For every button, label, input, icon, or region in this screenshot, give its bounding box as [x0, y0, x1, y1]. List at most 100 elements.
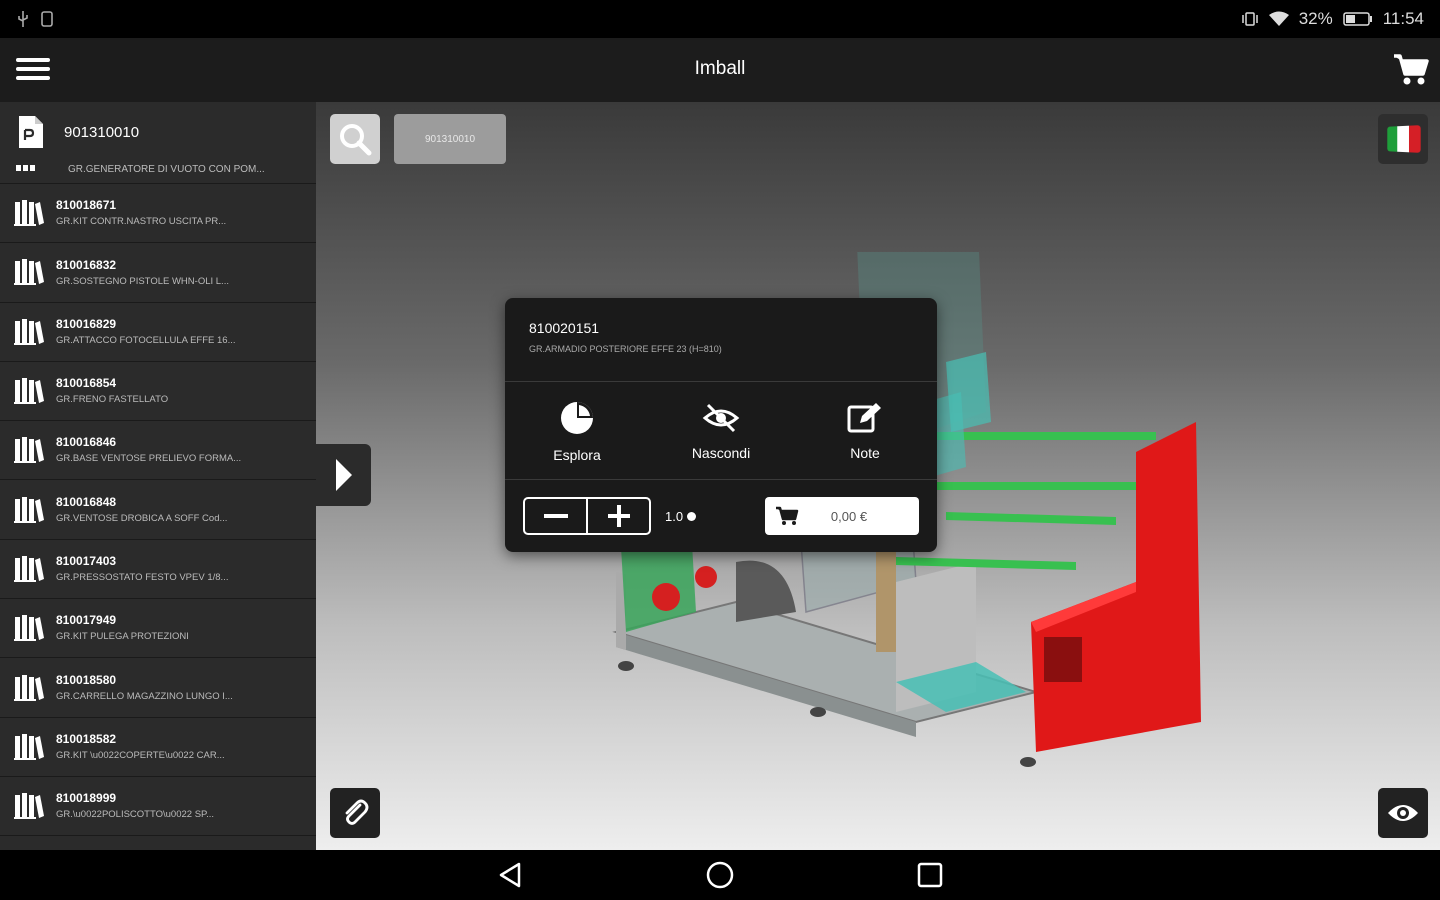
list-item-desc: GR.KIT \u0022COPERTE\u0022 CAR... — [56, 749, 225, 761]
navigation-bar — [0, 850, 1440, 900]
list-item-code: 810017403 — [56, 553, 117, 568]
list-item-desc: GR.GENERATORE DI VUOTO CON POM... — [68, 164, 265, 175]
app-bar: Imball — [0, 38, 1440, 102]
document-icon — [19, 116, 43, 148]
battery-icon — [1342, 12, 1372, 26]
books-icon — [14, 555, 44, 582]
search-icon — [340, 124, 372, 156]
explore-button[interactable]: Esplora — [505, 382, 649, 479]
sidebar-list: 810018671 GR.KIT CONTR.NASTRO USCITA PR..… — [0, 184, 316, 837]
drawer-toggle-button[interactable] — [316, 444, 371, 506]
books-icon — [14, 378, 44, 405]
popup-part-desc: GR.ARMADIO POSTERIORE EFFE 23 (H=810) — [529, 344, 722, 354]
increase-button[interactable] — [586, 499, 649, 533]
books-icon — [16, 164, 35, 171]
cart-icon[interactable] — [1392, 52, 1430, 88]
explore-label: Esplora — [553, 446, 601, 463]
list-item[interactable]: 810018580 GR.CARRELLO MAGAZZINO LUNGO I..… — [0, 658, 316, 718]
attachment-button[interactable] — [330, 788, 380, 838]
books-icon — [14, 615, 44, 642]
list-item-desc: GR.SOSTEGNO PISTOLE WHN-OLI L... — [56, 275, 229, 287]
list-item[interactable]: 810018999 GR.\u0022POLISCOTTO\u0022 SP... — [0, 777, 316, 837]
back-icon — [499, 862, 521, 888]
list-item[interactable]: 810018582 GR.KIT \u0022COPERTE\u0022 CAR.… — [0, 718, 316, 777]
page-title: Imball — [694, 58, 746, 79]
list-item[interactable]: 810016829 GR.ATTACCO FOTOCELLULA EFFE 16.… — [0, 303, 316, 362]
list-item-desc: GR.BASE VENTOSE PRELIEVO FORMA... — [56, 453, 242, 465]
list-item-code: 810017949 — [56, 613, 117, 628]
usb-icon — [18, 11, 28, 27]
clock: 11:54 — [1382, 9, 1424, 28]
popup-part-code: 810020151 — [529, 320, 600, 336]
home-icon — [706, 861, 734, 889]
books-icon — [14, 200, 44, 227]
paperclip-icon — [345, 799, 369, 825]
eye-icon — [1388, 805, 1418, 821]
list-item-desc: GR.ATTACCO FOTOCELLULA EFFE 16... — [56, 334, 236, 346]
edit-note-icon — [847, 402, 881, 432]
sim-icon — [41, 11, 53, 27]
search-button[interactable] — [330, 114, 380, 164]
hide-button[interactable]: Nascondi — [649, 382, 793, 479]
decrease-button[interactable] — [525, 499, 586, 533]
sidebar: 901310010 GR.GENERATORE DI VUOTO CON POM… — [0, 102, 316, 850]
vibrate-icon — [1241, 12, 1258, 26]
quantity-dot — [687, 511, 697, 521]
list-item[interactable]: 810016846 GR.BASE VENTOSE PRELIEVO FORMA.… — [0, 421, 316, 481]
list-item[interactable]: 810017949 GR.KIT PULEGA PROTEZIONI — [0, 599, 316, 659]
list-item-code: 810018582 — [56, 731, 117, 746]
cart-icon — [776, 506, 799, 525]
list-item-desc: GR.PRESSOSTATO FESTO VPEV 1/8... — [56, 571, 229, 583]
hide-label: Nascondi — [691, 444, 751, 461]
sidebar-header[interactable]: 901310010 — [0, 102, 316, 162]
search-chip[interactable]: 901310010 — [394, 114, 506, 164]
sidebar-header-code: 901310010 — [64, 123, 140, 141]
books-icon — [14, 733, 44, 760]
books-icon — [14, 259, 44, 286]
quantity-stepper — [523, 497, 651, 535]
note-label: Note — [850, 444, 880, 461]
list-item-desc: GR.VENTOSE DROBICA A SOFF Cod... — [56, 512, 228, 524]
wifi-icon — [1268, 11, 1289, 26]
plus-icon — [607, 505, 630, 527]
note-button[interactable]: Note — [793, 382, 937, 479]
status-bar: 32% 11:54 — [0, 0, 1440, 38]
books-icon — [14, 496, 44, 523]
list-item-code: 810018580 — [56, 672, 117, 687]
recents-button[interactable] — [910, 855, 950, 895]
back-button[interactable] — [490, 855, 530, 895]
quantity-text: 1.0 — [665, 508, 684, 524]
italy-flag-icon — [1387, 125, 1421, 153]
list-item-desc: GR.FRENO FASTELLATO — [56, 394, 169, 406]
battery-percent: 32% — [1298, 9, 1333, 28]
part-popup: 810020151 GR.ARMADIO POSTERIORE EFFE 23 … — [505, 298, 937, 552]
list-item[interactable]: 810016848 GR.VENTOSE DROBICA A SOFF Cod..… — [0, 480, 316, 540]
3d-viewport[interactable]: 901310010 810020151 GR.ARMADIO POSTERIOR… — [316, 102, 1440, 850]
list-item-code: 810016829 — [56, 316, 117, 331]
list-item-code: 810016846 — [56, 435, 117, 450]
visibility-button[interactable] — [1378, 788, 1428, 838]
list-item[interactable]: 810016832 GR.SOSTEGNO PISTOLE WHN-OLI L..… — [0, 243, 316, 303]
home-button[interactable] — [700, 855, 740, 895]
books-icon — [14, 318, 44, 345]
list-item-code: 810018671 — [56, 198, 117, 213]
price-text: 0,00 € — [830, 508, 868, 524]
books-icon — [14, 793, 44, 820]
quantity-value: 1.0 — [665, 508, 697, 524]
list-item-desc: GR.CARRELLO MAGAZZINO LUNGO I... — [56, 690, 233, 702]
language-button[interactable] — [1378, 114, 1428, 164]
list-item-code: 810016832 — [56, 257, 117, 272]
chevron-right-icon — [335, 459, 352, 491]
minus-icon — [543, 514, 568, 518]
list-item-desc: GR.KIT CONTR.NASTRO USCITA PR... — [56, 216, 227, 228]
list-item-desc: GR.\u0022POLISCOTTO\u0022 SP... — [56, 809, 215, 821]
list-item-code: 810016848 — [56, 494, 117, 509]
list-item[interactable]: 810018671 GR.KIT CONTR.NASTRO USCITA PR..… — [0, 184, 316, 244]
add-to-cart-button[interactable]: 0,00 € — [765, 497, 919, 535]
list-item-code: 810018999 — [56, 791, 117, 806]
recents-icon — [917, 862, 943, 888]
list-item[interactable]: 810017403 GR.PRESSOSTATO FESTO VPEV 1/8..… — [0, 540, 316, 600]
list-item-desc: GR.KIT PULEGA PROTEZIONI — [56, 631, 189, 643]
list-item[interactable]: 810016854 GR.FRENO FASTELLATO — [0, 362, 316, 422]
pie-chart-icon — [561, 401, 593, 434]
